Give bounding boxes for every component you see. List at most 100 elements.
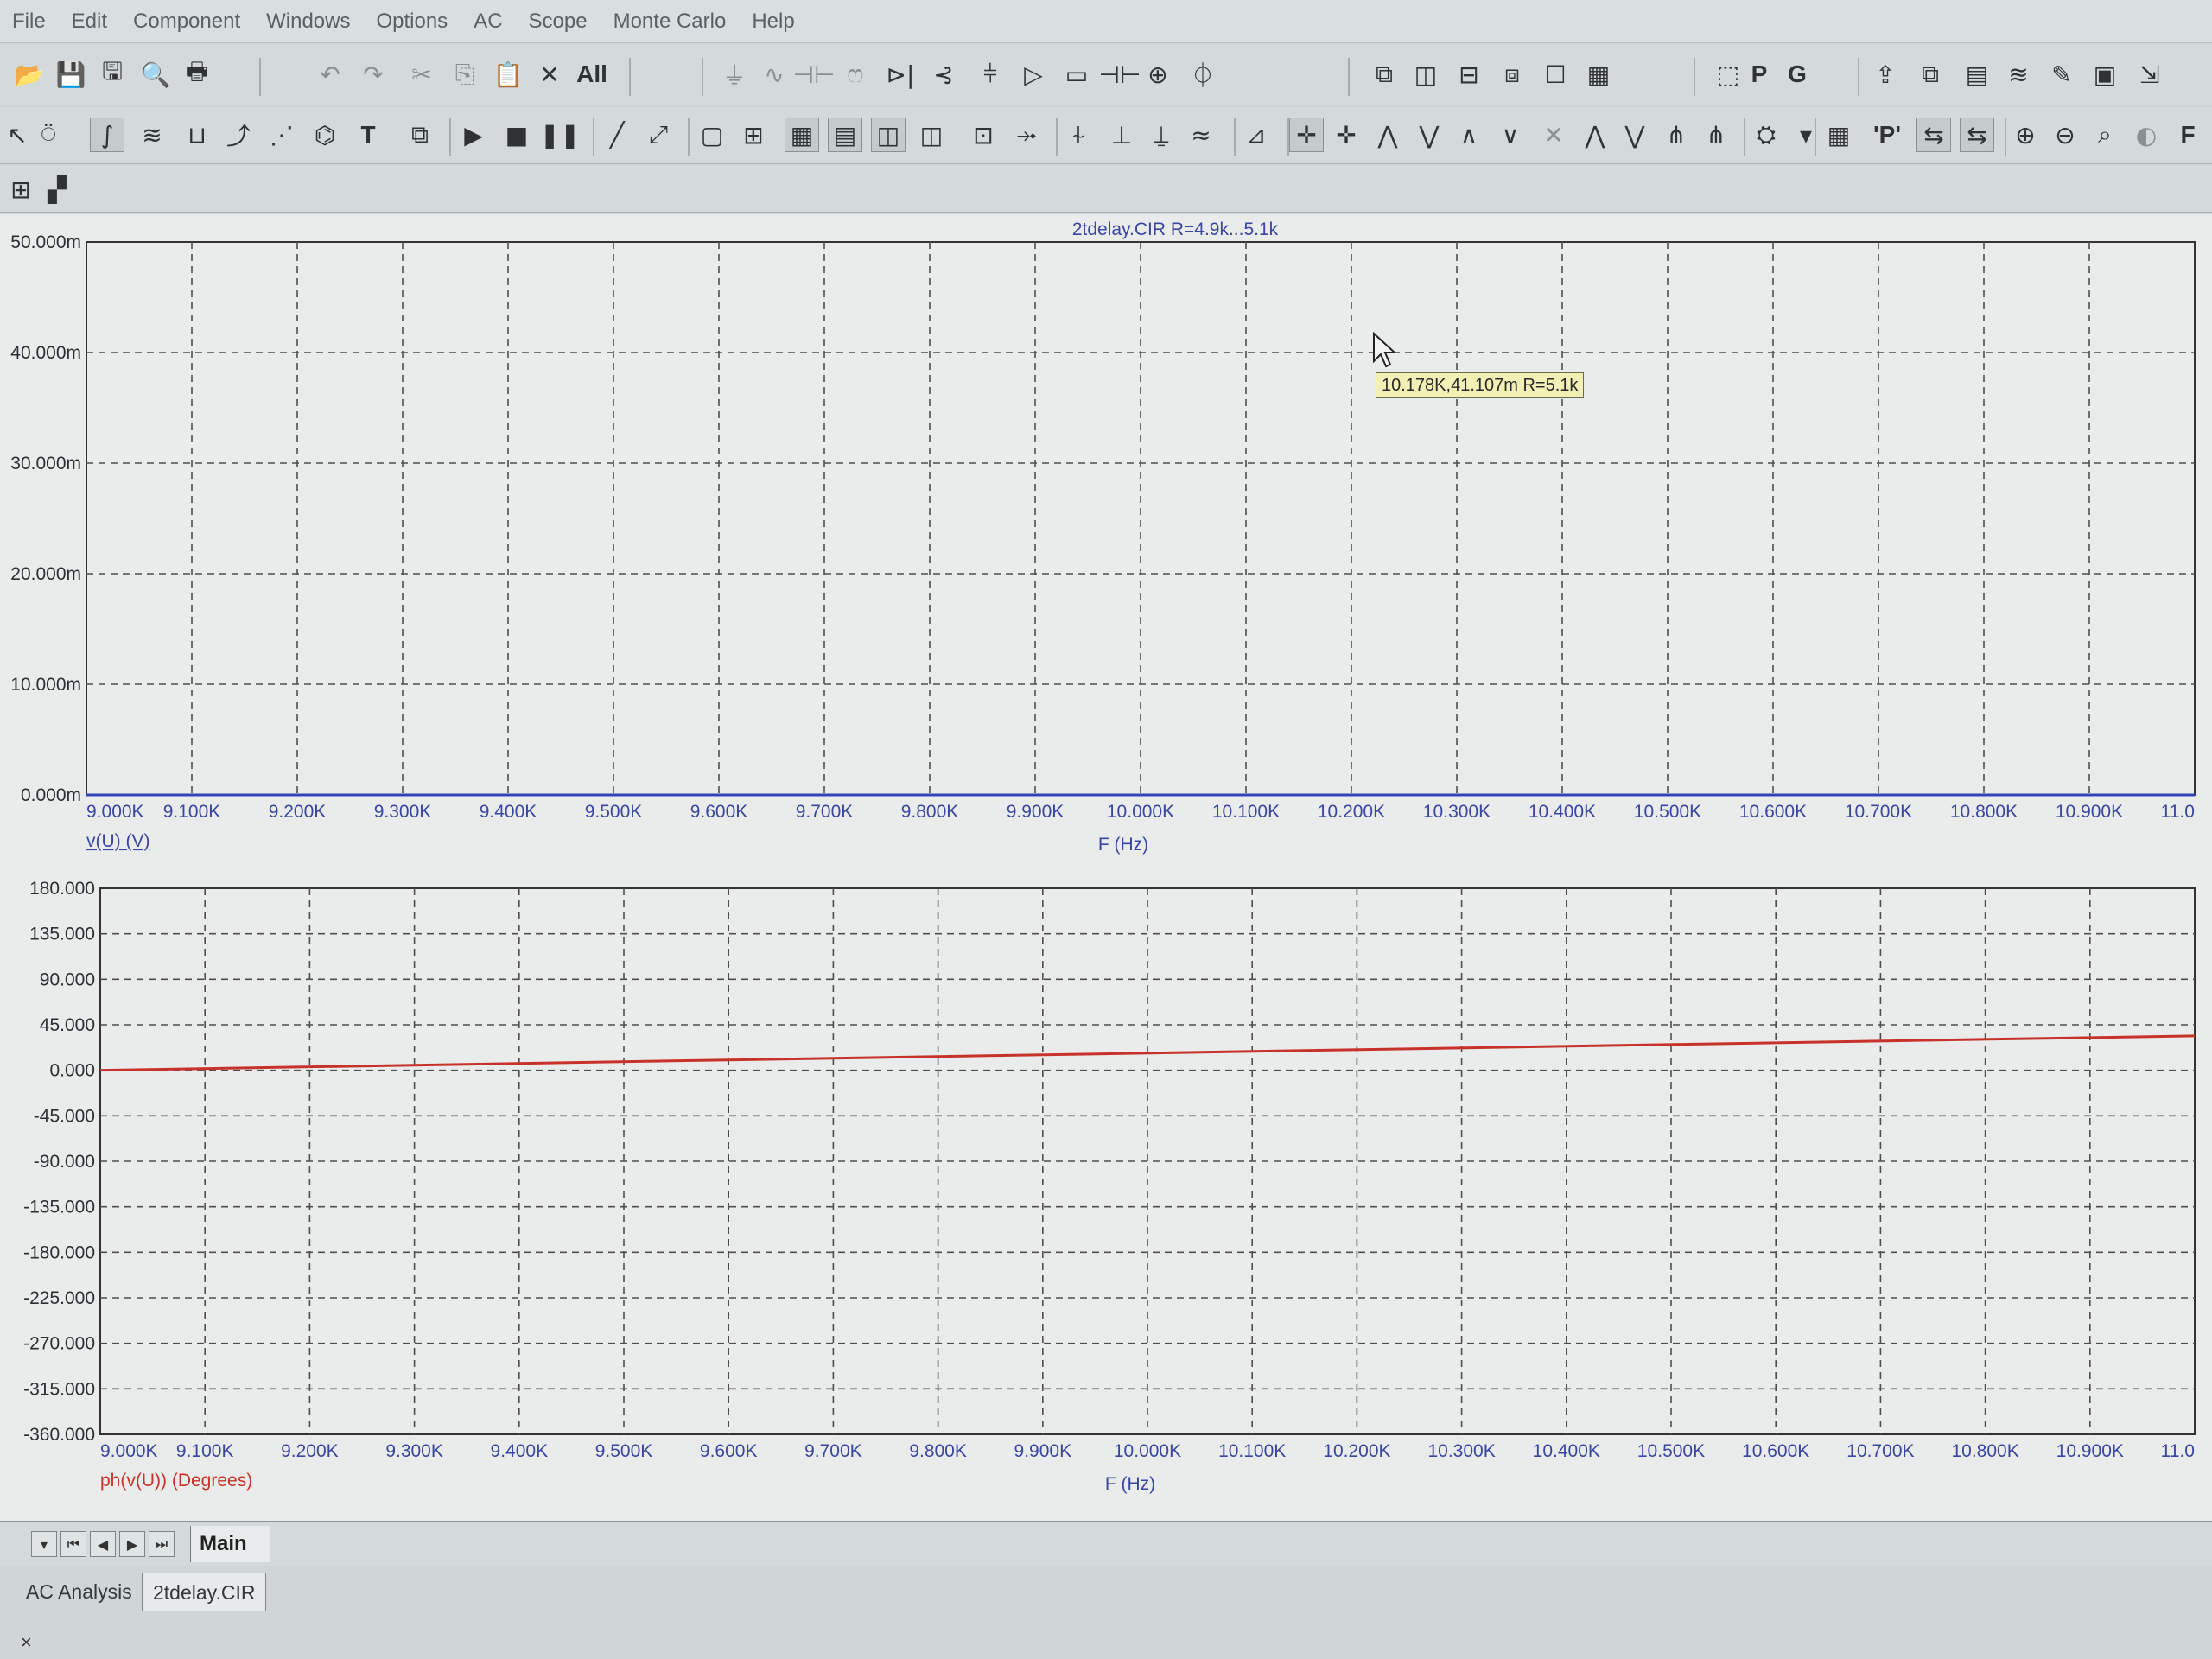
table-icon[interactable]: ▦ [1821,118,1856,152]
edit-icon[interactable]: ✎ [2044,57,2079,92]
print-icon[interactable]: 🖶 [180,57,214,92]
pause-icon[interactable]: ❚❚ [540,118,581,152]
component-icon[interactable]: ▭ [1059,57,1094,92]
cascade-windows-icon[interactable]: ⧉ [1367,57,1402,92]
menu-component[interactable]: Component [133,10,240,34]
diagonal-tool-icon[interactable]: ⤢ [641,118,676,152]
zoom-mode-icon[interactable]: ⍥ [31,118,66,152]
grid-icon[interactable]: ⊞ [736,118,771,152]
phase-series-line[interactable] [99,1034,2196,1072]
delete-icon[interactable]: ✕ [532,57,567,92]
point-mode-icon[interactable]: ⋰ [264,118,299,152]
tab-ac-analysis[interactable]: AC Analysis [16,1573,143,1611]
high-icon[interactable]: ∧ [1452,118,1486,152]
mosfet-icon[interactable]: ⫩ [973,57,1007,92]
dropdown-icon[interactable]: ▾ [1789,118,1823,152]
tag-mode-icon[interactable]: ⌬ [308,118,342,152]
split-icon[interactable]: ◫ [871,118,906,152]
diode-icon[interactable]: ⊳| [883,57,918,92]
save-all-icon[interactable]: 🖫 [95,57,130,92]
font-button[interactable]: F [2171,118,2205,152]
inductor-icon[interactable]: ෆ [838,57,873,92]
copy-icon[interactable]: ⎘ [448,57,482,92]
line-tool-icon[interactable]: ╱ [600,118,634,152]
menu-scope[interactable]: Scope [529,10,588,34]
save-icon[interactable]: 💾 [54,57,88,92]
valley-icon[interactable]: ⋁ [1412,118,1446,152]
peak-icon[interactable]: ⋀ [1370,118,1405,152]
export-icon[interactable]: ⇪ [1868,57,1903,92]
tile-horizontal-icon[interactable]: ⊟ [1452,57,1486,92]
cursor-left-icon[interactable]: ✛ [1289,118,1324,152]
source-icon[interactable]: ⊕ [1141,57,1175,92]
settings-icon[interactable]: ⛭ [1749,118,1783,152]
print-preview-icon[interactable]: 🔍 [138,57,173,92]
magnitude-trace-label[interactable]: v(U) (V) [86,831,149,851]
wave-mode-icon[interactable]: ≋ [135,118,169,152]
redo-icon[interactable]: ↷ [356,57,391,92]
menu-options[interactable]: Options [376,10,448,34]
zoom-fit-icon[interactable]: ⌕ [2088,118,2122,152]
scale-mode-icon[interactable]: ∫ [90,118,124,152]
waveform-icon[interactable]: ≋ [2001,57,2036,92]
run-icon[interactable]: ▶ [456,118,491,152]
box-icon[interactable]: ▢ [695,118,729,152]
data-points-icon[interactable]: ▞ [40,172,74,207]
opamp-icon[interactable]: ▷ [1016,57,1051,92]
auto-scale-icon[interactable]: ⊿ [1239,118,1274,152]
maximize-window-icon[interactable]: ☐ [1538,57,1573,92]
zoom-out-icon[interactable]: ⊖ [2048,118,2082,152]
align-right-icon[interactable]: ⇆ [1960,118,1994,152]
global-low-icon[interactable]: ⋁ [1618,118,1652,152]
horizontal-axis-icon[interactable]: ⍊ [1144,118,1179,152]
menu-ac[interactable]: AC [474,10,502,34]
properties-button[interactable]: P [1742,57,1777,92]
resize-icon[interactable]: ⇲ [2133,57,2167,92]
tile-vertical-icon[interactable]: ◫ [1408,57,1443,92]
capacitor-icon[interactable]: ⊣⊢ [793,57,836,92]
menu-monte-carlo[interactable]: Monte Carlo [613,10,727,34]
ground-icon[interactable]: ⏚ [717,57,752,92]
analysis-plots[interactable]: 9.000K 9.100K 9.200K 9.300K 9.400K 9.500K 9.60… [0,214,2212,1521]
split-alt-icon[interactable]: ◫ [914,118,949,152]
cut-icon[interactable]: ✂ [404,57,439,92]
calculator-icon[interactable]: ▦ [1581,57,1616,92]
text-mode-button[interactable]: T [351,118,385,152]
tab-2tdelay-cir[interactable]: 2tdelay.CIR [142,1573,267,1611]
paste-icon[interactable]: 📋 [491,57,525,92]
next-tab-button[interactable]: ▶ [119,1531,145,1557]
tab-menu-button[interactable]: ▾ [31,1531,57,1557]
close-icon[interactable]: × [21,1631,32,1654]
peak-to-peak-button[interactable]: 'P' [1865,118,1910,152]
stop-icon[interactable]: ■ [499,118,534,152]
smooth-icon[interactable]: ≈ [1184,118,1218,152]
properties-icon[interactable]: ⧉ [403,118,437,152]
undo-icon[interactable]: ↶ [313,57,347,92]
color-icon[interactable]: ◐ [2129,118,2164,152]
align-left-icon[interactable]: ⇆ [1916,118,1951,152]
tab-main[interactable]: Main [190,1526,270,1562]
data-points-icon[interactable]: ⤞ [1009,118,1044,152]
menu-edit[interactable]: Edit [72,10,107,34]
cursor-right-icon[interactable]: ✛ [1329,118,1363,152]
select-all-button[interactable]: All [572,57,612,92]
transistor-icon[interactable]: ⊰ [926,57,961,92]
cursor-mode-icon[interactable]: ⊔ [180,118,214,152]
bottom-icon[interactable]: ⋔ [1699,118,1733,152]
battery-icon[interactable]: ⊣⊢ [1099,57,1141,92]
zoom-in-icon[interactable]: ⊕ [2008,118,2043,152]
select-mode-icon[interactable]: ↖ [0,118,35,152]
minor-grid-icon[interactable]: ▦ [785,118,819,152]
prev-tab-button[interactable]: ◀ [90,1531,116,1557]
frame-toggle-icon[interactable]: ⊡ [966,118,1001,152]
top-icon[interactable]: ⋔ [1659,118,1694,152]
page-setup-icon[interactable]: ⬚ [1711,57,1745,92]
grid-button[interactable]: G [1780,57,1815,92]
menu-file[interactable]: File [12,10,46,34]
phase-trace-label[interactable]: ph(v(U)) (Degrees) [100,1471,252,1491]
copy-window-icon[interactable]: ⧉ [1913,57,1948,92]
resistor-icon[interactable]: ∿ [757,57,791,92]
last-tab-button[interactable]: ⏭ [149,1531,175,1557]
inflection-icon[interactable]: ✕ [1536,118,1571,152]
sine-source-icon[interactable]: ⏀ [1185,57,1220,92]
